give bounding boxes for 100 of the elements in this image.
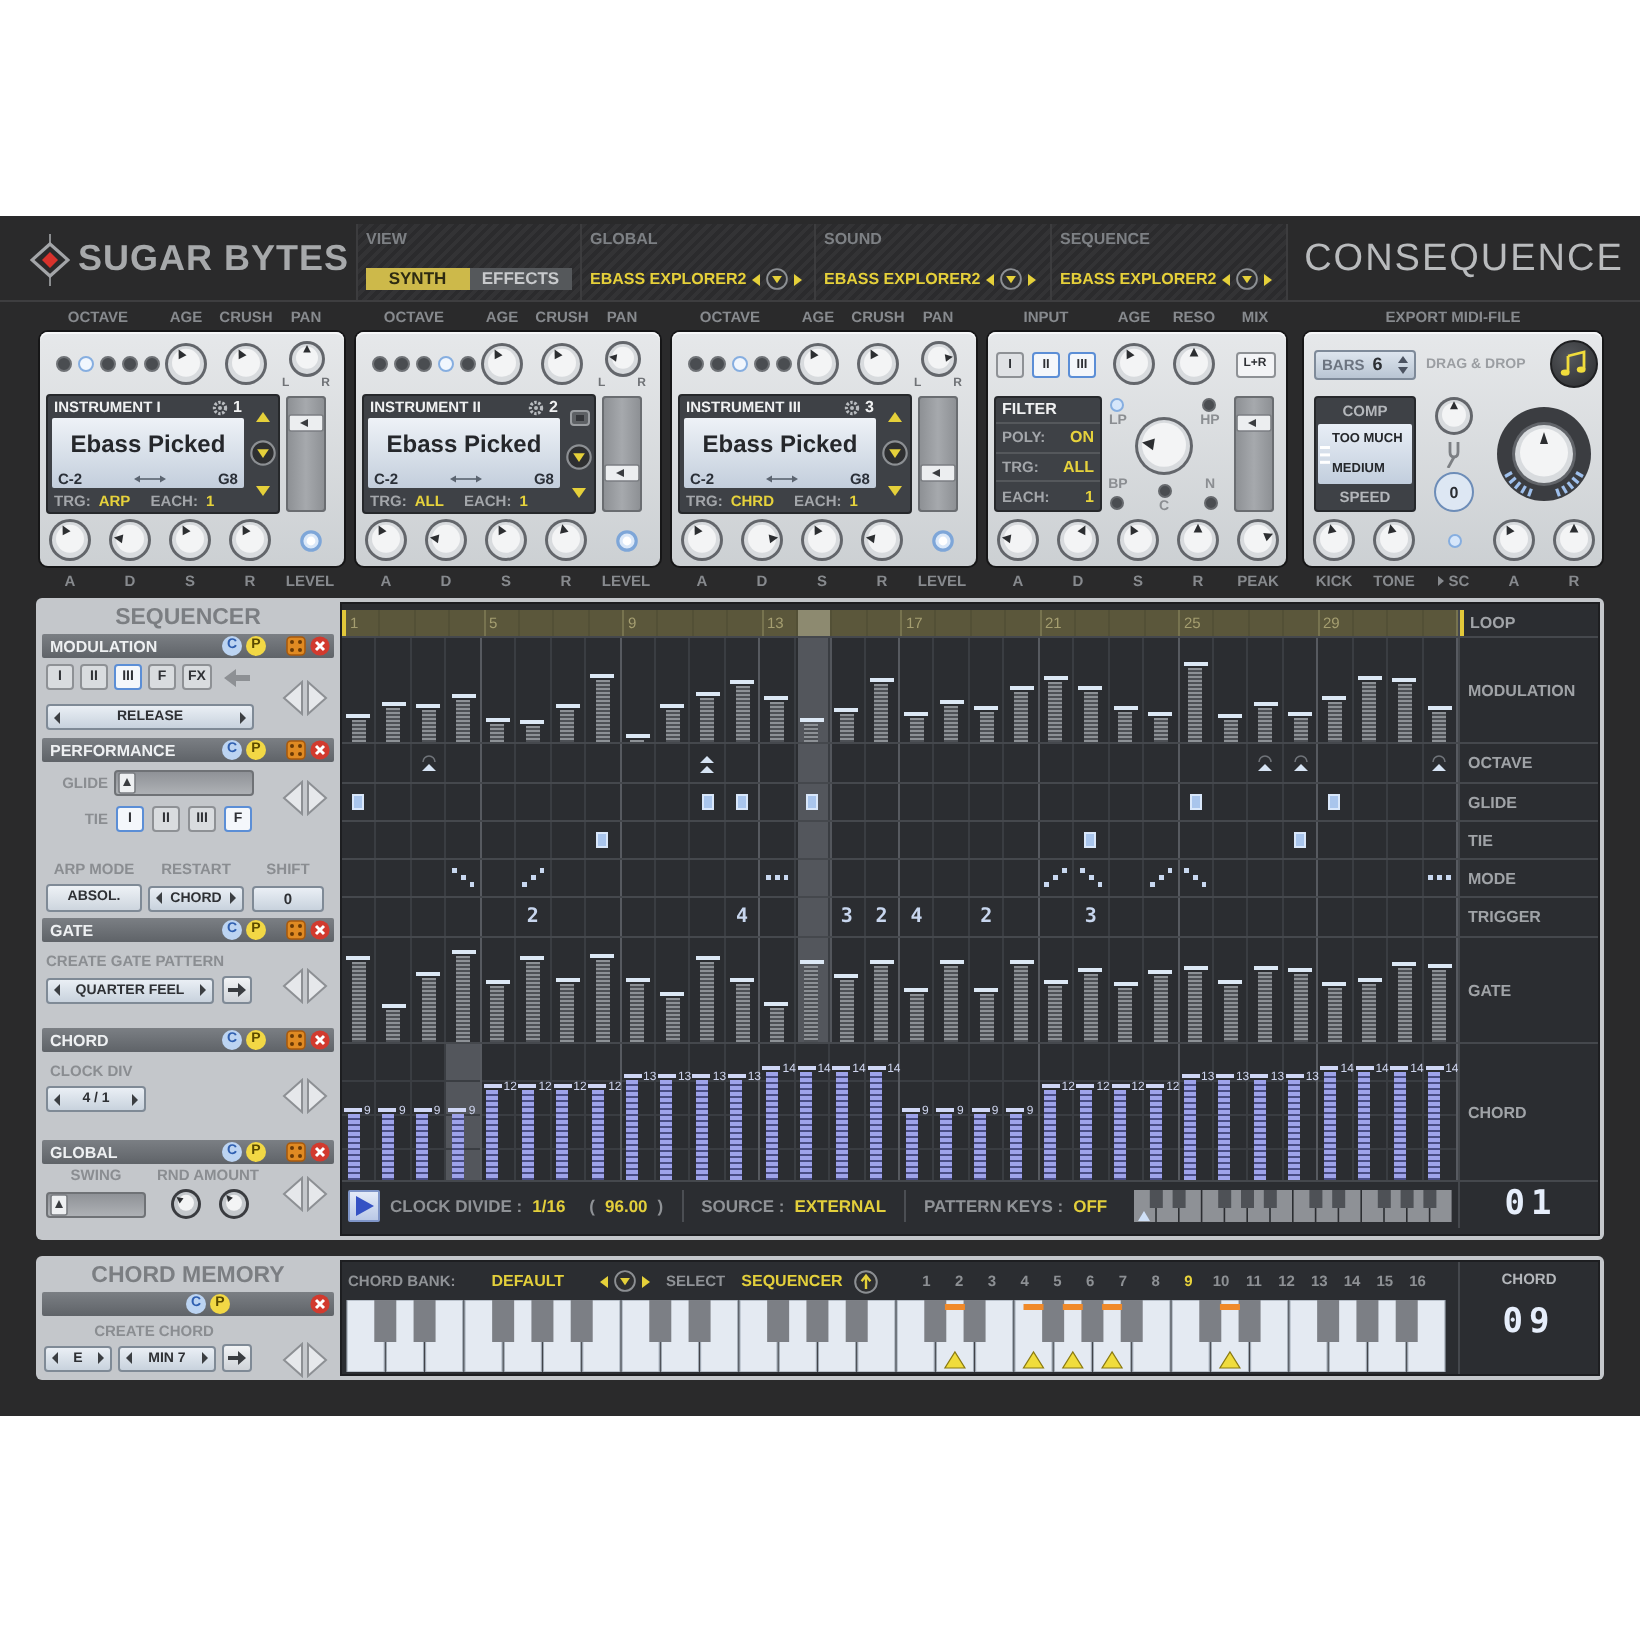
rotary-knob[interactable] (1176, 518, 1220, 562)
caret-right-icon[interactable] (201, 1352, 208, 1364)
step-bar[interactable] (1043, 676, 1068, 742)
step-toggle-marker[interactable] (1189, 794, 1202, 810)
piano-sharp-key[interactable] (1042, 1300, 1065, 1342)
step-toggle-marker[interactable] (596, 832, 609, 848)
step-bar[interactable] (1322, 982, 1347, 1042)
chord-step-bar[interactable] (413, 1108, 432, 1180)
octave-led[interactable] (688, 356, 704, 372)
rotary-knob[interactable] (170, 1188, 202, 1220)
knob-pointer[interactable] (1263, 533, 1274, 542)
rotary-knob[interactable] (1434, 396, 1474, 436)
preset-name[interactable]: EBASS EXPLORER2 (1060, 269, 1217, 289)
rotary-knob[interactable] (680, 518, 724, 562)
caret-left-icon[interactable] (986, 273, 995, 285)
step-bar[interactable] (555, 704, 580, 742)
chord-step-bar[interactable] (448, 1108, 467, 1180)
rotary-knob[interactable] (364, 518, 408, 562)
close-icon[interactable] (310, 1142, 330, 1162)
drive-knob[interactable] (1496, 406, 1592, 502)
octave-led[interactable] (754, 356, 770, 372)
dropdown-icon[interactable] (566, 443, 592, 470)
knob-pointer[interactable] (608, 353, 617, 361)
step-bar[interactable] (764, 696, 789, 742)
step-bar[interactable] (730, 978, 755, 1042)
step-bar[interactable] (555, 978, 580, 1042)
step-cell[interactable]: 4 (900, 898, 935, 936)
step-toggle-marker[interactable] (1084, 832, 1097, 848)
caret-down-icon[interactable] (888, 486, 902, 497)
rotary-knob[interactable] (1312, 518, 1356, 562)
close-icon[interactable] (310, 636, 330, 656)
step-bar[interactable] (939, 700, 964, 742)
fader-track[interactable] (286, 396, 326, 512)
knob-pointer[interactable] (494, 349, 503, 360)
step-bar[interactable] (1427, 964, 1452, 1042)
caret-right-icon[interactable] (1028, 273, 1037, 285)
dice-icon[interactable] (286, 740, 306, 760)
rotary-knob[interactable] (108, 518, 152, 562)
close-icon[interactable] (310, 1030, 330, 1050)
octave-double-up-icon[interactable] (698, 753, 717, 773)
step-toggle-marker[interactable] (1294, 832, 1307, 848)
knob-pointer[interactable] (554, 349, 563, 360)
shift-left-icon[interactable] (281, 967, 303, 1003)
step-bar[interactable] (1078, 968, 1103, 1042)
rotary-knob[interactable] (1116, 518, 1160, 562)
knob-pointer[interactable] (865, 534, 876, 544)
knob-pointer[interactable] (1450, 401, 1458, 410)
chord-step-bar[interactable] (378, 1108, 397, 1180)
slider-track[interactable] (46, 1191, 146, 1217)
knob-pointer[interactable] (943, 353, 952, 361)
step-bar[interactable] (451, 950, 476, 1042)
close-icon[interactable] (310, 920, 330, 940)
caret-right-icon[interactable] (1264, 273, 1273, 285)
step-bar[interactable] (764, 1002, 789, 1042)
knob-pointer[interactable] (429, 534, 440, 544)
step-bar[interactable] (660, 704, 685, 742)
rotary-knob[interactable] (1172, 342, 1216, 386)
fader-thumb[interactable] (604, 463, 640, 481)
fader-track[interactable] (1234, 396, 1274, 512)
rotary-knob[interactable] (164, 342, 208, 386)
chord-step-bar[interactable] (344, 1108, 362, 1180)
step-cell[interactable] (760, 860, 796, 896)
fader-track[interactable] (602, 396, 642, 512)
step-bar[interactable] (939, 960, 964, 1042)
tempo-value[interactable]: 96.00 (605, 1195, 648, 1215)
trigger-number[interactable]: 3 (1084, 906, 1097, 928)
step-bar[interactable] (730, 680, 755, 742)
step-bar[interactable] (1113, 706, 1138, 742)
step-bar[interactable] (974, 988, 999, 1042)
step-bar[interactable] (799, 718, 824, 742)
chord-step-bar[interactable] (727, 1074, 746, 1180)
chord-step-bar[interactable] (1181, 1074, 1199, 1180)
rotary-knob[interactable] (48, 518, 92, 562)
knob-pointer[interactable] (62, 525, 71, 536)
piano-sharp-key[interactable] (1317, 1300, 1340, 1342)
chord-step-bar[interactable] (623, 1074, 641, 1180)
step-bar[interactable] (695, 956, 720, 1042)
knob-pointer[interactable] (113, 534, 124, 544)
step-bar[interactable] (381, 1004, 406, 1042)
rotary-knob[interactable] (168, 518, 212, 562)
octave-led[interactable] (122, 356, 138, 372)
octave-up-icon[interactable] (1256, 754, 1275, 772)
rotary-knob[interactable] (800, 518, 844, 562)
caret-down-icon[interactable] (572, 487, 586, 498)
shift-right-icon[interactable] (305, 780, 327, 816)
apply-button[interactable] (222, 1344, 252, 1372)
step-bar[interactable] (1253, 702, 1278, 742)
dice-icon[interactable] (286, 1030, 306, 1050)
rotary-knob[interactable] (480, 342, 524, 386)
caret-right-icon[interactable] (642, 1275, 651, 1287)
step-bar[interactable] (834, 708, 859, 742)
knob-pointer[interactable] (768, 534, 779, 544)
step-bar[interactable] (1357, 676, 1382, 742)
trigger-number[interactable]: 2 (875, 906, 888, 928)
step-cell[interactable] (1144, 860, 1179, 896)
step-cell[interactable]: 4 (725, 898, 761, 936)
rotary-knob[interactable] (228, 518, 272, 562)
fader-thumb[interactable] (288, 413, 324, 432)
octave-led[interactable] (372, 356, 388, 372)
step-bar[interactable] (416, 972, 441, 1042)
